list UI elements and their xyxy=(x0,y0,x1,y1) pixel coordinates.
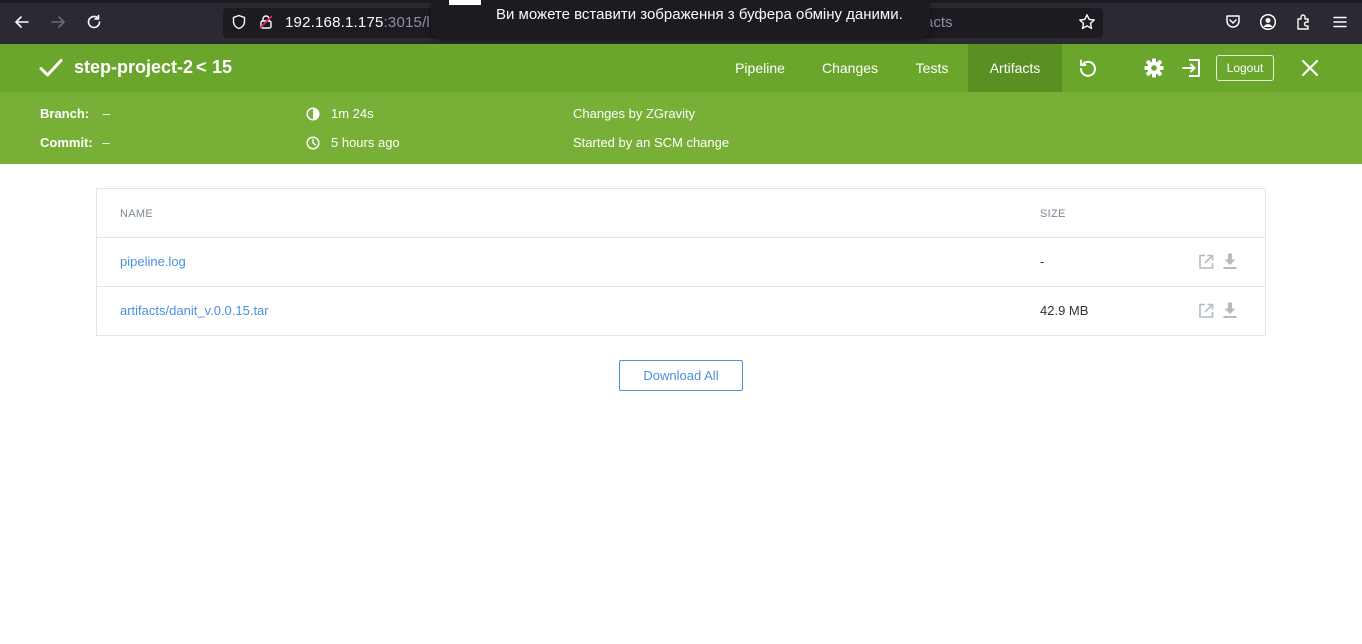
project-name[interactable]: step-project-2 xyxy=(74,57,193,78)
duration-icon xyxy=(306,107,320,121)
clipboard-toast: Ви можете вставити зображення з буфера о… xyxy=(431,0,930,38)
artifacts-table: NAME SIZE pipeline.log - artifacts/danit… xyxy=(96,188,1266,336)
changes-by: Changes by ZGravity xyxy=(573,106,696,121)
download-all-button[interactable]: Download All xyxy=(619,360,743,391)
breadcrumb-separator: < xyxy=(196,57,207,77)
commit-label: Commit: xyxy=(40,135,93,150)
commit-info: Commit: – xyxy=(40,135,110,150)
forward-arrow-icon[interactable] xyxy=(47,11,69,33)
logout-button[interactable]: Logout xyxy=(1216,55,1274,81)
account-icon[interactable] xyxy=(1258,12,1278,32)
pocket-icon[interactable] xyxy=(1223,12,1243,32)
artifact-link[interactable]: artifacts/danit_v.0.0.15.tar xyxy=(120,303,269,318)
artifact-size: 42.9 MB xyxy=(1040,303,1089,318)
exit-classic-icon[interactable] xyxy=(1180,56,1204,80)
tab-changes[interactable]: Changes xyxy=(812,44,888,92)
bookmark-star-icon[interactable] xyxy=(1077,12,1097,32)
close-icon[interactable] xyxy=(1298,56,1322,80)
download-icon[interactable] xyxy=(1221,252,1239,270)
back-arrow-icon[interactable] xyxy=(11,11,33,33)
artifact-size: - xyxy=(1040,254,1045,269)
branch-label: Branch: xyxy=(40,106,90,121)
rerun-icon[interactable] xyxy=(1076,56,1100,80)
tab-artifacts[interactable]: Artifacts xyxy=(968,44,1062,92)
insecure-lock-icon[interactable] xyxy=(256,12,276,32)
url-text[interactable]: 192.168.1.175:3015/l xyxy=(285,14,430,31)
reload-icon[interactable] xyxy=(83,11,105,33)
success-check-icon xyxy=(38,56,64,85)
tab-pipeline[interactable]: Pipeline xyxy=(722,44,798,92)
open-external-icon[interactable] xyxy=(1197,253,1215,271)
clock-icon xyxy=(306,136,320,150)
time-ago: 5 hours ago xyxy=(331,135,400,150)
artifact-link[interactable]: pipeline.log xyxy=(120,254,186,269)
branch-info: Branch: – xyxy=(40,106,110,121)
browser-toolbar: 192.168.1.175:3015/l acts Ви можете вста… xyxy=(0,0,1362,44)
download-icon[interactable] xyxy=(1221,301,1239,319)
extensions-icon[interactable] xyxy=(1294,12,1314,32)
shield-icon[interactable] xyxy=(229,12,249,32)
branch-value: – xyxy=(102,106,110,121)
toast-message: Ви можете вставити зображення з буфера о… xyxy=(496,6,903,23)
open-external-icon[interactable] xyxy=(1197,302,1215,320)
row-divider xyxy=(97,237,1265,238)
run-number: 15 xyxy=(212,57,233,77)
menu-icon[interactable] xyxy=(1330,12,1350,32)
row-divider xyxy=(97,286,1265,287)
run-header: step-project-2 < 15 Pipeline Changes Tes… xyxy=(0,44,1362,92)
started-by: Started by an SCM change xyxy=(573,135,730,150)
column-header-name: NAME xyxy=(120,208,153,220)
column-header-size: SIZE xyxy=(1040,208,1066,220)
duration-value: 1m 24s xyxy=(331,106,374,121)
tab-tests[interactable]: Tests xyxy=(902,44,962,92)
toast-preview xyxy=(449,0,481,5)
run-details: Branch: – Commit: – 1m 24s 5 hours ago C… xyxy=(0,92,1362,164)
commit-value: – xyxy=(102,135,110,150)
gear-icon[interactable] xyxy=(1142,56,1166,80)
